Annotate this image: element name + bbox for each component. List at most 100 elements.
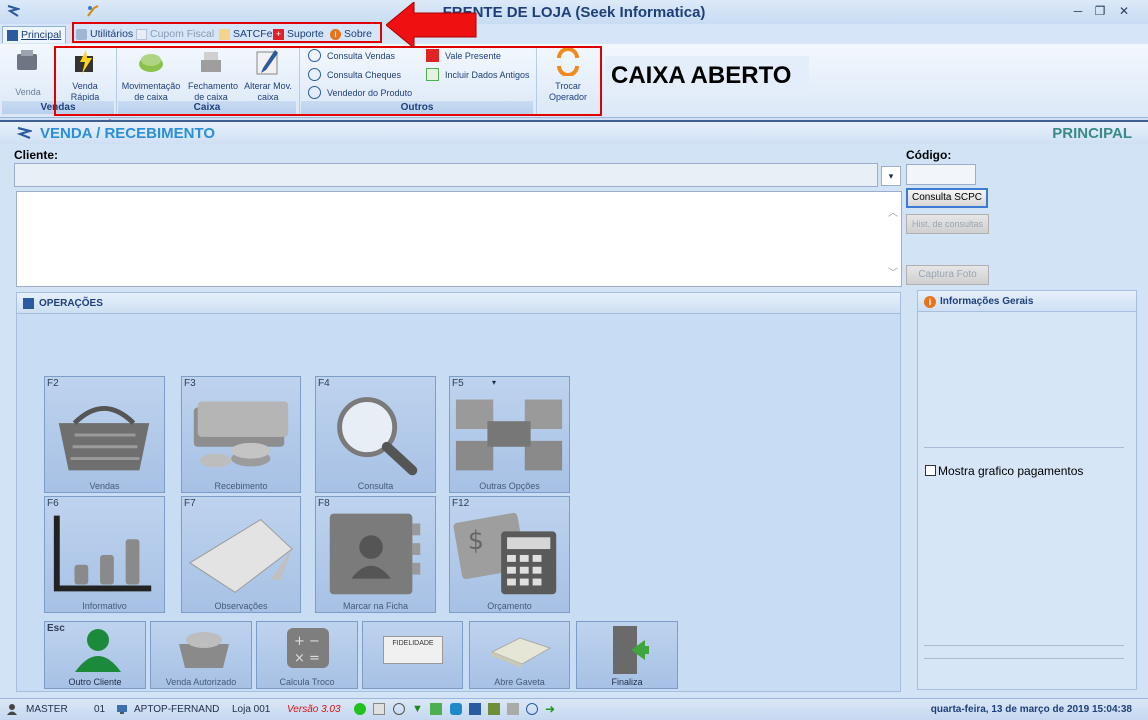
codigo-input[interactable] [906,164,976,185]
mostra-grafico-checkbox[interactable] [925,465,936,476]
tile-key: F4 [318,378,330,389]
upload-icon[interactable] [430,703,442,715]
scroll-down-icon[interactable]: ﹀ [886,264,900,279]
arrow-right-icon[interactable]: ➜ [545,703,557,715]
person-icon [75,629,121,672]
captura-foto-button[interactable]: Captura Foto [906,265,989,285]
computer-icon [117,705,127,714]
maximize-button[interactable]: ❐ [1090,3,1110,19]
tab-label: Principal [21,28,62,41]
caixa-status-label: CAIXA ABERTO [605,56,809,96]
tile-recebimento[interactable]: F3 Recebimento [181,376,301,493]
tile-label: Outras Opções [479,481,540,491]
magnifier-icon [337,397,418,476]
address-book-icon [329,513,421,595]
info-panel [917,290,1137,690]
cliente-input[interactable] [14,163,878,187]
tile-key: F2 [47,378,59,389]
tile-outras-opcoes[interactable]: F5 ▾ Outras Opções [449,376,570,493]
consulta-scpc-button[interactable]: Consulta SCPC [906,188,988,208]
status-versao: Versão 3.03 [287,704,341,715]
calculator-icon: + − × = [287,628,329,668]
tile-consulta[interactable]: F4 Consulta [315,376,436,493]
section-title: VENDA / RECEBIMENTO [40,125,216,142]
shopping-basket-icon [58,406,150,471]
zoom-icon[interactable] [526,703,538,715]
trash-icon[interactable] [507,703,519,715]
tile-calcula-troco[interactable]: + − × = Calcula Troco [256,621,358,689]
tile-venda-autorizado[interactable]: Venda Autorizado [150,621,252,689]
window-icon[interactable] [373,703,385,715]
close-button[interactable]: ✕ [1114,3,1134,19]
divider [924,447,1124,448]
cash-drawer-icon [490,637,552,668]
venda-button[interactable]: Venda [6,48,50,98]
tile-key: F7 [184,498,196,509]
bar-chart-icon [53,515,152,592]
tile-label: Abre Gaveta [494,677,545,687]
cliente-dropdown-button[interactable]: ▾ [881,166,901,186]
tools-icon[interactable] [488,703,500,715]
codigo-label: Código: [906,148,952,162]
tile-label: Consulta [357,481,394,491]
search-icon[interactable] [393,703,405,715]
title-bar: FRENTE DE LOJA (Seek Informatica) ─ ❐ ✕ [0,0,1148,24]
annotation-box-ribbon [54,46,602,116]
status-bar: MASTER 01 APTOP-FERNAND( Loja 001 Versão… [0,698,1148,720]
operacoes-title: OPERAÇÕES [39,298,103,309]
annotation-box-menu [72,22,382,43]
tile-marcar-na-ficha[interactable]: F8 Marcar na Ficha [315,496,436,613]
tile-vendas[interactable]: F2 Vendas [44,376,165,493]
status-datetime: quarta-feira, 13 de março de 2019 15:04:… [930,704,1132,715]
panel-icon [23,298,34,309]
tile-informativo[interactable]: F6 Informativo [44,496,165,613]
svg-text:$: $ [468,526,484,556]
tile-outro-cliente[interactable]: Esc Outro Cliente [44,621,146,689]
svg-text:+ −: + − [294,634,320,649]
divider [924,645,1124,646]
status-user: MASTER [26,704,68,715]
grid-icon[interactable] [469,703,481,715]
section-header: VENDA / RECEBIMENTO PRINCIPAL [0,120,1148,144]
scroll-up-icon[interactable]: ︿ [886,204,900,219]
tile-finaliza[interactable]: Finaliza [576,621,678,689]
tile-label: Outro Cliente [68,677,122,687]
tile-key: F6 [47,498,59,509]
operacoes-header: OPERAÇÕES [16,292,901,314]
money-coins-icon [193,401,289,468]
tile-observacoes[interactable]: F7 Observações [181,496,301,613]
tile-label: Recebimento [214,481,268,491]
fidelidade-card: FIDELIDADE [383,636,443,664]
cliente-details-textarea[interactable] [16,191,902,287]
download-icon[interactable]: ▼ [412,703,424,715]
annotation-arrow-icon [386,2,477,48]
hist-consultas-button[interactable]: Hist. de consultas [906,214,989,234]
window-title: FRENTE DE LOJA (Seek Informatica) [442,4,706,21]
tile-label: Marcar na Ficha [342,601,409,611]
svg-text:× =: × = [294,651,320,666]
tab-principal[interactable]: Principal [2,26,67,43]
exit-door-icon [613,626,649,674]
venda-label: Venda [15,87,41,97]
tile-label: Vendas [89,481,120,491]
tile-key: F5 [452,378,464,389]
tile-label: Calcula Troco [279,677,335,687]
tile-label: Observações [214,601,268,611]
tile-orcamento[interactable]: F12 $ Orçamento [449,496,570,613]
cliente-label: Cliente: [14,148,59,162]
info-icon: i [924,296,936,308]
minimize-button[interactable]: ─ [1068,3,1088,19]
tile-fidelidade[interactable]: FIDELIDADE [362,621,463,689]
principal-icon [7,29,18,41]
mostra-grafico-label: Mostra grafico pagamentos [938,464,1084,478]
divider [924,658,1124,659]
section-logo-icon [16,126,32,140]
phone-icon[interactable] [450,703,462,715]
dropdown-arrow-icon: ▾ [492,378,497,387]
note-paper-icon [188,518,293,593]
tile-key: F3 [184,378,196,389]
tile-key: Esc [47,623,65,634]
tile-abre-gaveta[interactable]: Abre Gaveta [469,621,570,689]
tile-label: Finaliza [611,677,643,687]
info-header: i Informações Gerais [917,290,1137,312]
